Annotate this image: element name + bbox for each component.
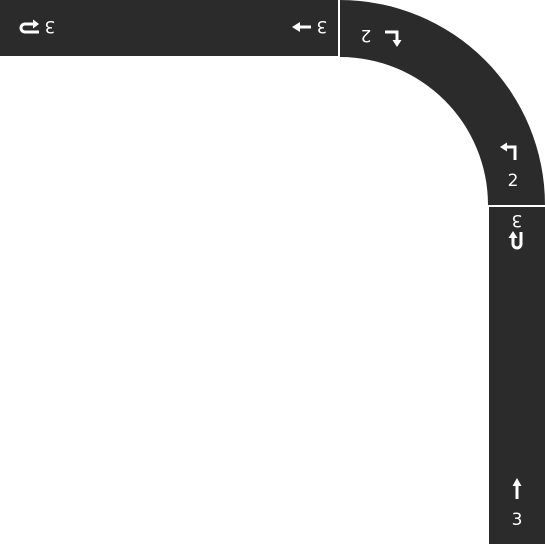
tile-number: 3 bbox=[317, 16, 328, 36]
track-board: 3 3 2 2 3 3 bbox=[0, 0, 545, 544]
straight-tile-top[interactable]: 3 3 bbox=[0, 0, 338, 56]
straight-tile-right[interactable]: 3 3 bbox=[489, 207, 545, 544]
tile-number: 2 bbox=[361, 25, 372, 45]
tile-number: 3 bbox=[512, 210, 523, 230]
tile-number: 3 bbox=[45, 16, 56, 36]
tile-number: 3 bbox=[512, 510, 523, 530]
tile-number: 2 bbox=[508, 171, 519, 191]
